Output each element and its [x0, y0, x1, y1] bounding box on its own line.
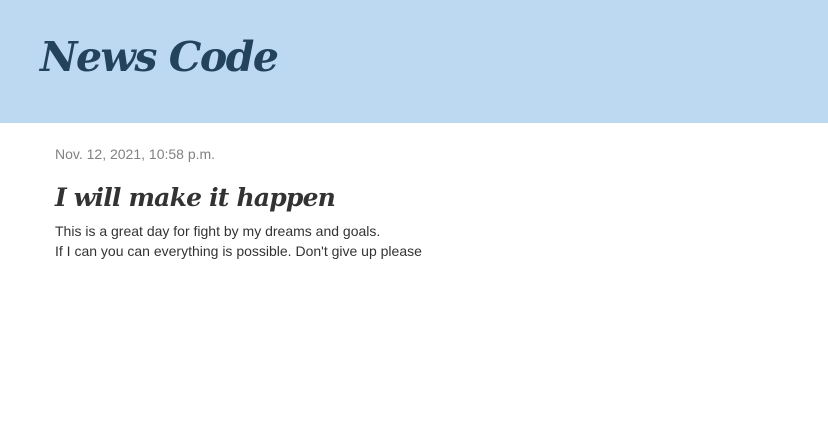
post-body: This is a great day for fight by my drea… — [55, 221, 828, 261]
post-body-line: This is a great day for fight by my drea… — [55, 223, 381, 239]
post-title: I will make it happen — [55, 183, 336, 212]
site-title-link[interactable]: News Code — [40, 33, 279, 81]
post-date: Nov. 12, 2021, 10:58 p.m. — [55, 146, 216, 162]
site-title: News Code — [40, 33, 279, 82]
post-body-line: If I can you can everything is possible.… — [55, 243, 422, 259]
post: Nov. 12, 2021, 10:58 p.m. I will make it… — [55, 145, 828, 261]
main-content: Nov. 12, 2021, 10:58 p.m. I will make it… — [0, 123, 828, 261]
page-header: News Code — [0, 0, 828, 123]
